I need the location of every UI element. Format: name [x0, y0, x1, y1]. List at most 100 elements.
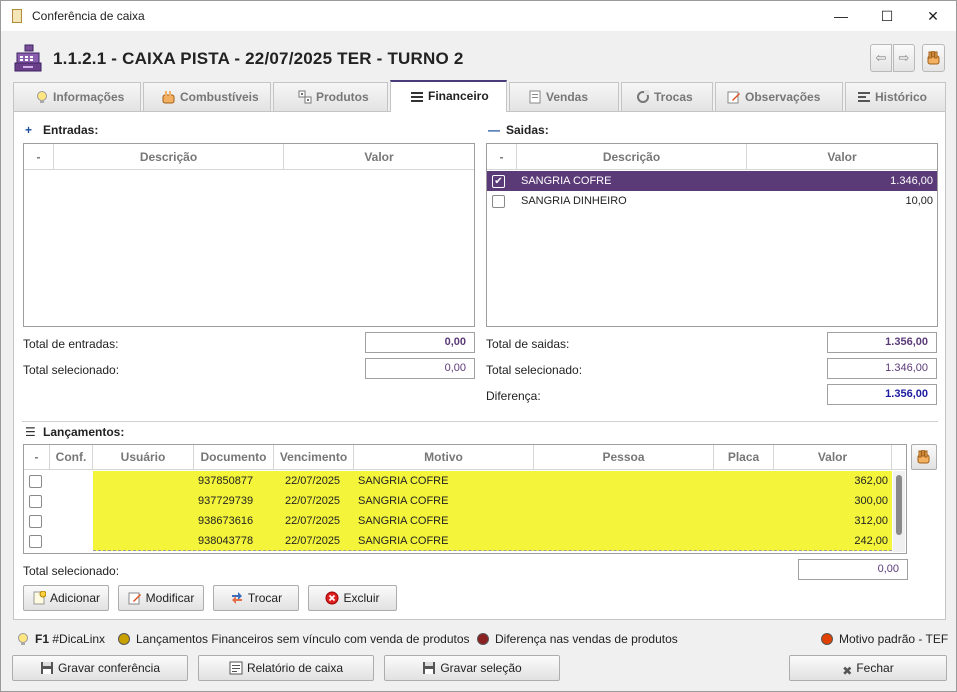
- cash-register-icon: [14, 44, 42, 72]
- legend-sem-vinculo: Lançamentos Financeiros sem vínculo com …: [118, 631, 470, 647]
- row-checkbox[interactable]: ✔: [492, 175, 505, 188]
- delete-icon: [325, 589, 339, 613]
- legend-motivo-tef: Motivo padrão - TEF: [821, 631, 948, 647]
- entradas-grid[interactable]: - Descrição Valor: [23, 143, 475, 327]
- page-title: 1.1.2.1 - CAIXA PISTA - 22/07/2025 TER -…: [53, 49, 464, 68]
- total-selecionado-saidas-label: Total selecionado:: [486, 363, 583, 377]
- saidas-grid[interactable]: - Descrição Valor ✔ SANGRIA COFRE 1.346,…: [486, 143, 938, 327]
- relatorio-caixa-button[interactable]: Relatório de caixa: [198, 655, 374, 681]
- scrollbar-thumb[interactable]: [896, 475, 902, 535]
- tab-trocas[interactable]: Trocas: [621, 82, 713, 111]
- tab-observacoes[interactable]: Observações: [715, 82, 843, 111]
- col-header[interactable]: -: [24, 445, 50, 470]
- col-header[interactable]: Motivo: [354, 445, 534, 470]
- col-header[interactable]: Pessoa: [534, 445, 714, 470]
- close-button[interactable]: ✕: [910, 1, 956, 31]
- maximize-button[interactable]: ☐: [864, 1, 910, 31]
- entradas-grid-header: - Descrição Valor: [24, 144, 474, 170]
- lines-icon: [410, 85, 424, 102]
- conferencia-window: Conferência de caixa — ☐ ✕ 1.1.2.1 - CAI…: [0, 0, 957, 692]
- close-icon: ✖: [842, 664, 853, 678]
- col-header[interactable]: Usuário: [93, 445, 194, 470]
- col-header[interactable]: Documento: [194, 445, 274, 470]
- row-checkbox[interactable]: [29, 475, 42, 488]
- row-checkbox[interactable]: [29, 495, 42, 508]
- gravar-selecao-button[interactable]: Gravar seleção: [384, 655, 560, 681]
- lancamento-row[interactable]: 937729739 22/07/2025 SANGRIA COFRE 300,0…: [24, 491, 892, 511]
- tab-historico[interactable]: Histórico: [845, 82, 946, 111]
- total-entradas-field: 0,00: [365, 332, 475, 353]
- tab-combustiveis[interactable]: Combustíveis: [143, 82, 271, 111]
- lancamento-row[interactable]: 938673616 22/07/2025 SANGRIA COFRE 312,0…: [24, 511, 892, 531]
- col-header[interactable]: Descrição: [54, 144, 284, 170]
- excluir-button[interactable]: Excluir: [308, 585, 397, 611]
- tab-produtos[interactable]: Produtos: [273, 82, 388, 111]
- minimize-button[interactable]: —: [818, 1, 864, 31]
- col-header[interactable]: Valor: [747, 144, 937, 170]
- vertical-scrollbar[interactable]: [893, 471, 905, 552]
- title-bar: Conferência de caixa — ☐ ✕: [1, 1, 956, 31]
- saida-descricao: SANGRIA DINHEIRO: [521, 195, 627, 207]
- fechar-button[interactable]: ✖ Fechar: [789, 655, 947, 681]
- col-header[interactable]: -: [24, 144, 54, 170]
- total-selecionado-entradas-field: 0,00: [365, 358, 475, 379]
- lancamentos-grid-header: - Conf. Usuário Documento Vencimento Mot…: [24, 445, 906, 470]
- tab-label: Vendas: [546, 90, 589, 104]
- next-button[interactable]: ⇨: [893, 44, 915, 72]
- modificar-button[interactable]: Modificar: [118, 585, 204, 611]
- lines-icon: ☰: [25, 425, 36, 439]
- trocar-button[interactable]: Trocar: [213, 585, 299, 611]
- saida-valor: 10,00: [905, 195, 933, 207]
- add-icon: [32, 589, 47, 613]
- button-label: Gravar seleção: [440, 661, 522, 675]
- entradas-label-text: Entradas:: [43, 123, 99, 137]
- legend-diferenca: Diferença nas vendas de produtos: [477, 631, 678, 647]
- gravar-conferencia-button[interactable]: Gravar conferência: [12, 655, 188, 681]
- saida-row[interactable]: SANGRIA DINHEIRO 10,00: [487, 191, 937, 211]
- lancamentos-total-field: 0,00: [798, 559, 908, 580]
- tab-informacoes[interactable]: Informações: [13, 82, 141, 111]
- col-header[interactable]: Descrição: [517, 144, 747, 170]
- prev-button[interactable]: ⇦: [870, 44, 892, 72]
- hand-icon: [162, 86, 176, 104]
- button-label: Relatório de caixa: [246, 661, 344, 675]
- lanc-vencimento: 22/07/2025: [285, 515, 341, 527]
- legend-text: Diferença nas vendas de produtos: [495, 632, 678, 646]
- total-entradas-label: Total de entradas:: [23, 337, 119, 351]
- tab-vendas[interactable]: Vendas: [509, 82, 619, 111]
- row-checkbox[interactable]: [29, 535, 42, 548]
- hand-tool-button[interactable]: [922, 44, 945, 72]
- entradas-label: + Entradas:: [25, 123, 98, 137]
- row-checkbox[interactable]: [492, 195, 505, 208]
- minus-icon: —: [488, 123, 500, 137]
- dica-hint[interactable]: F1 #DicaLinx: [17, 631, 105, 647]
- col-header[interactable]: Conf.: [50, 445, 93, 470]
- col-header[interactable]: Valor: [774, 445, 892, 470]
- adicionar-button[interactable]: Adicionar: [23, 585, 109, 611]
- lanc-documento: 937850877: [198, 475, 254, 487]
- lancamentos-tool-button[interactable]: [911, 444, 937, 470]
- saida-row[interactable]: ✔ SANGRIA COFRE 1.346,00: [487, 171, 937, 191]
- total-saidas-field: 1.356,00: [827, 332, 937, 353]
- lanc-documento: 938673616: [198, 515, 254, 527]
- lancamento-row[interactable]: 938043778 22/07/2025 SANGRIA COFRE 242,0…: [24, 531, 892, 551]
- saida-valor: 1.346,00: [890, 175, 933, 187]
- diferenca-label: Diferença:: [486, 389, 541, 403]
- button-label: Modificar: [145, 591, 195, 605]
- edit-icon: [128, 589, 142, 613]
- lancamentos-grid[interactable]: - Conf. Usuário Documento Vencimento Mot…: [23, 444, 907, 554]
- diferenca-field: 1.356,00: [827, 384, 937, 405]
- col-header[interactable]: -: [487, 144, 517, 170]
- row-checkbox[interactable]: [29, 515, 42, 528]
- lanc-valor: 300,00: [854, 495, 888, 507]
- divider: [22, 421, 938, 422]
- col-header[interactable]: Placa: [714, 445, 774, 470]
- col-header[interactable]: Valor: [284, 144, 474, 170]
- tab-financeiro[interactable]: Financeiro: [390, 80, 507, 112]
- lanc-motivo: SANGRIA COFRE: [358, 495, 449, 507]
- red-dot-icon: [477, 633, 489, 645]
- lanc-documento: 938043778: [198, 535, 254, 547]
- col-header[interactable]: Vencimento: [274, 445, 354, 470]
- tab-label: Observações: [745, 90, 821, 104]
- lancamento-row[interactable]: 937850877 22/07/2025 SANGRIA COFRE 362,0…: [24, 471, 892, 491]
